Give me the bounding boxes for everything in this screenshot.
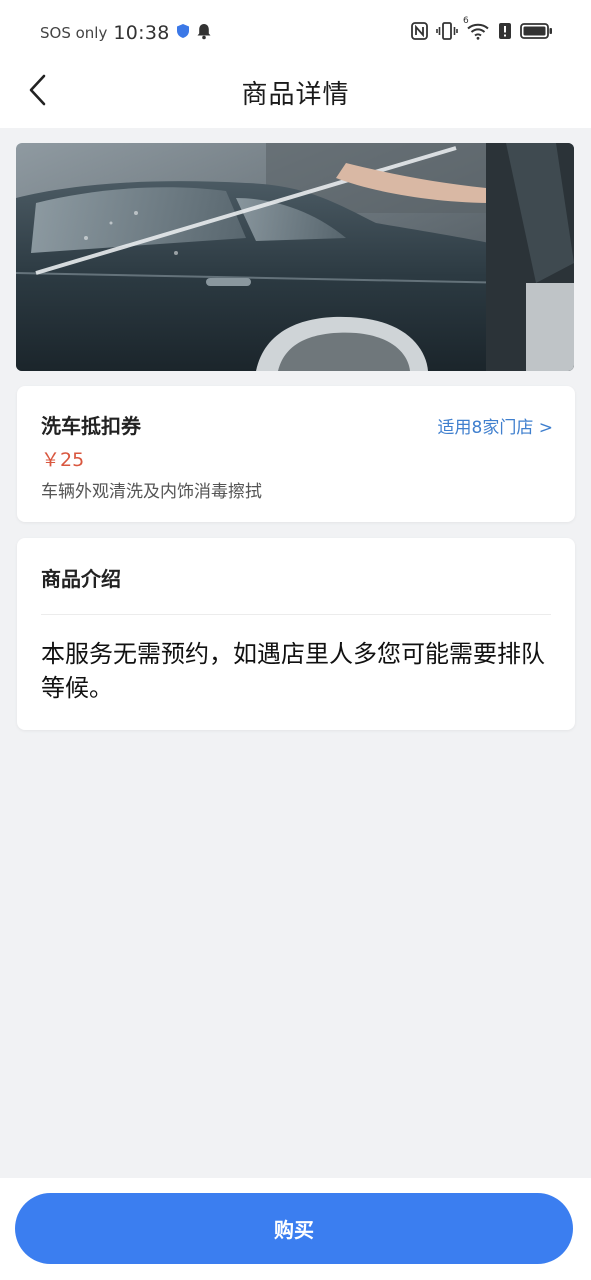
wifi-icon: 6: [463, 16, 490, 44]
wifi-badge: 6: [463, 16, 469, 26]
intro-heading: 商品介绍: [41, 567, 121, 591]
buy-button[interactable]: 购买: [15, 1193, 573, 1264]
coupon-title: 洗车抵扣券: [41, 414, 141, 438]
header-area: SOS only 10:38 6 商品详情: [0, 0, 591, 128]
coupon-card: 洗车抵扣券 适用8家门店 > ￥25 车辆外观清洗及内饰消毒擦拭: [17, 386, 575, 522]
divider: [41, 614, 551, 615]
nav-bar: 商品详情: [0, 64, 591, 128]
status-left: SOS only 10:38: [40, 22, 212, 44]
page-title: 商品详情: [241, 80, 350, 110]
carrier-text: SOS only: [40, 24, 108, 42]
coupon-price: ￥25: [41, 449, 85, 471]
car-wash-photo: [16, 143, 574, 371]
banner-image: [16, 143, 574, 371]
shield-icon: [176, 23, 190, 43]
bottom-bar: 购买: [0, 1178, 591, 1280]
bell-icon: [196, 22, 212, 44]
clock: 10:38: [113, 22, 170, 44]
intro-body: 本服务无需预约，如遇店里人多您可能需要排队等候。: [41, 640, 545, 702]
applicable-stores-link[interactable]: 适用8家门店 >: [438, 413, 553, 438]
intro-card: 商品介绍 本服务无需预约，如遇店里人多您可能需要排队等候。: [17, 538, 575, 730]
status-right: 6: [411, 16, 553, 44]
battery-icon: [520, 22, 553, 44]
status-bar: SOS only 10:38 6: [0, 0, 591, 64]
alert-icon: [498, 22, 512, 44]
nfc-icon: [411, 22, 428, 44]
vibrate-icon: [436, 22, 458, 44]
coupon-description: 车辆外观清洗及内饰消毒擦拭: [41, 482, 262, 502]
